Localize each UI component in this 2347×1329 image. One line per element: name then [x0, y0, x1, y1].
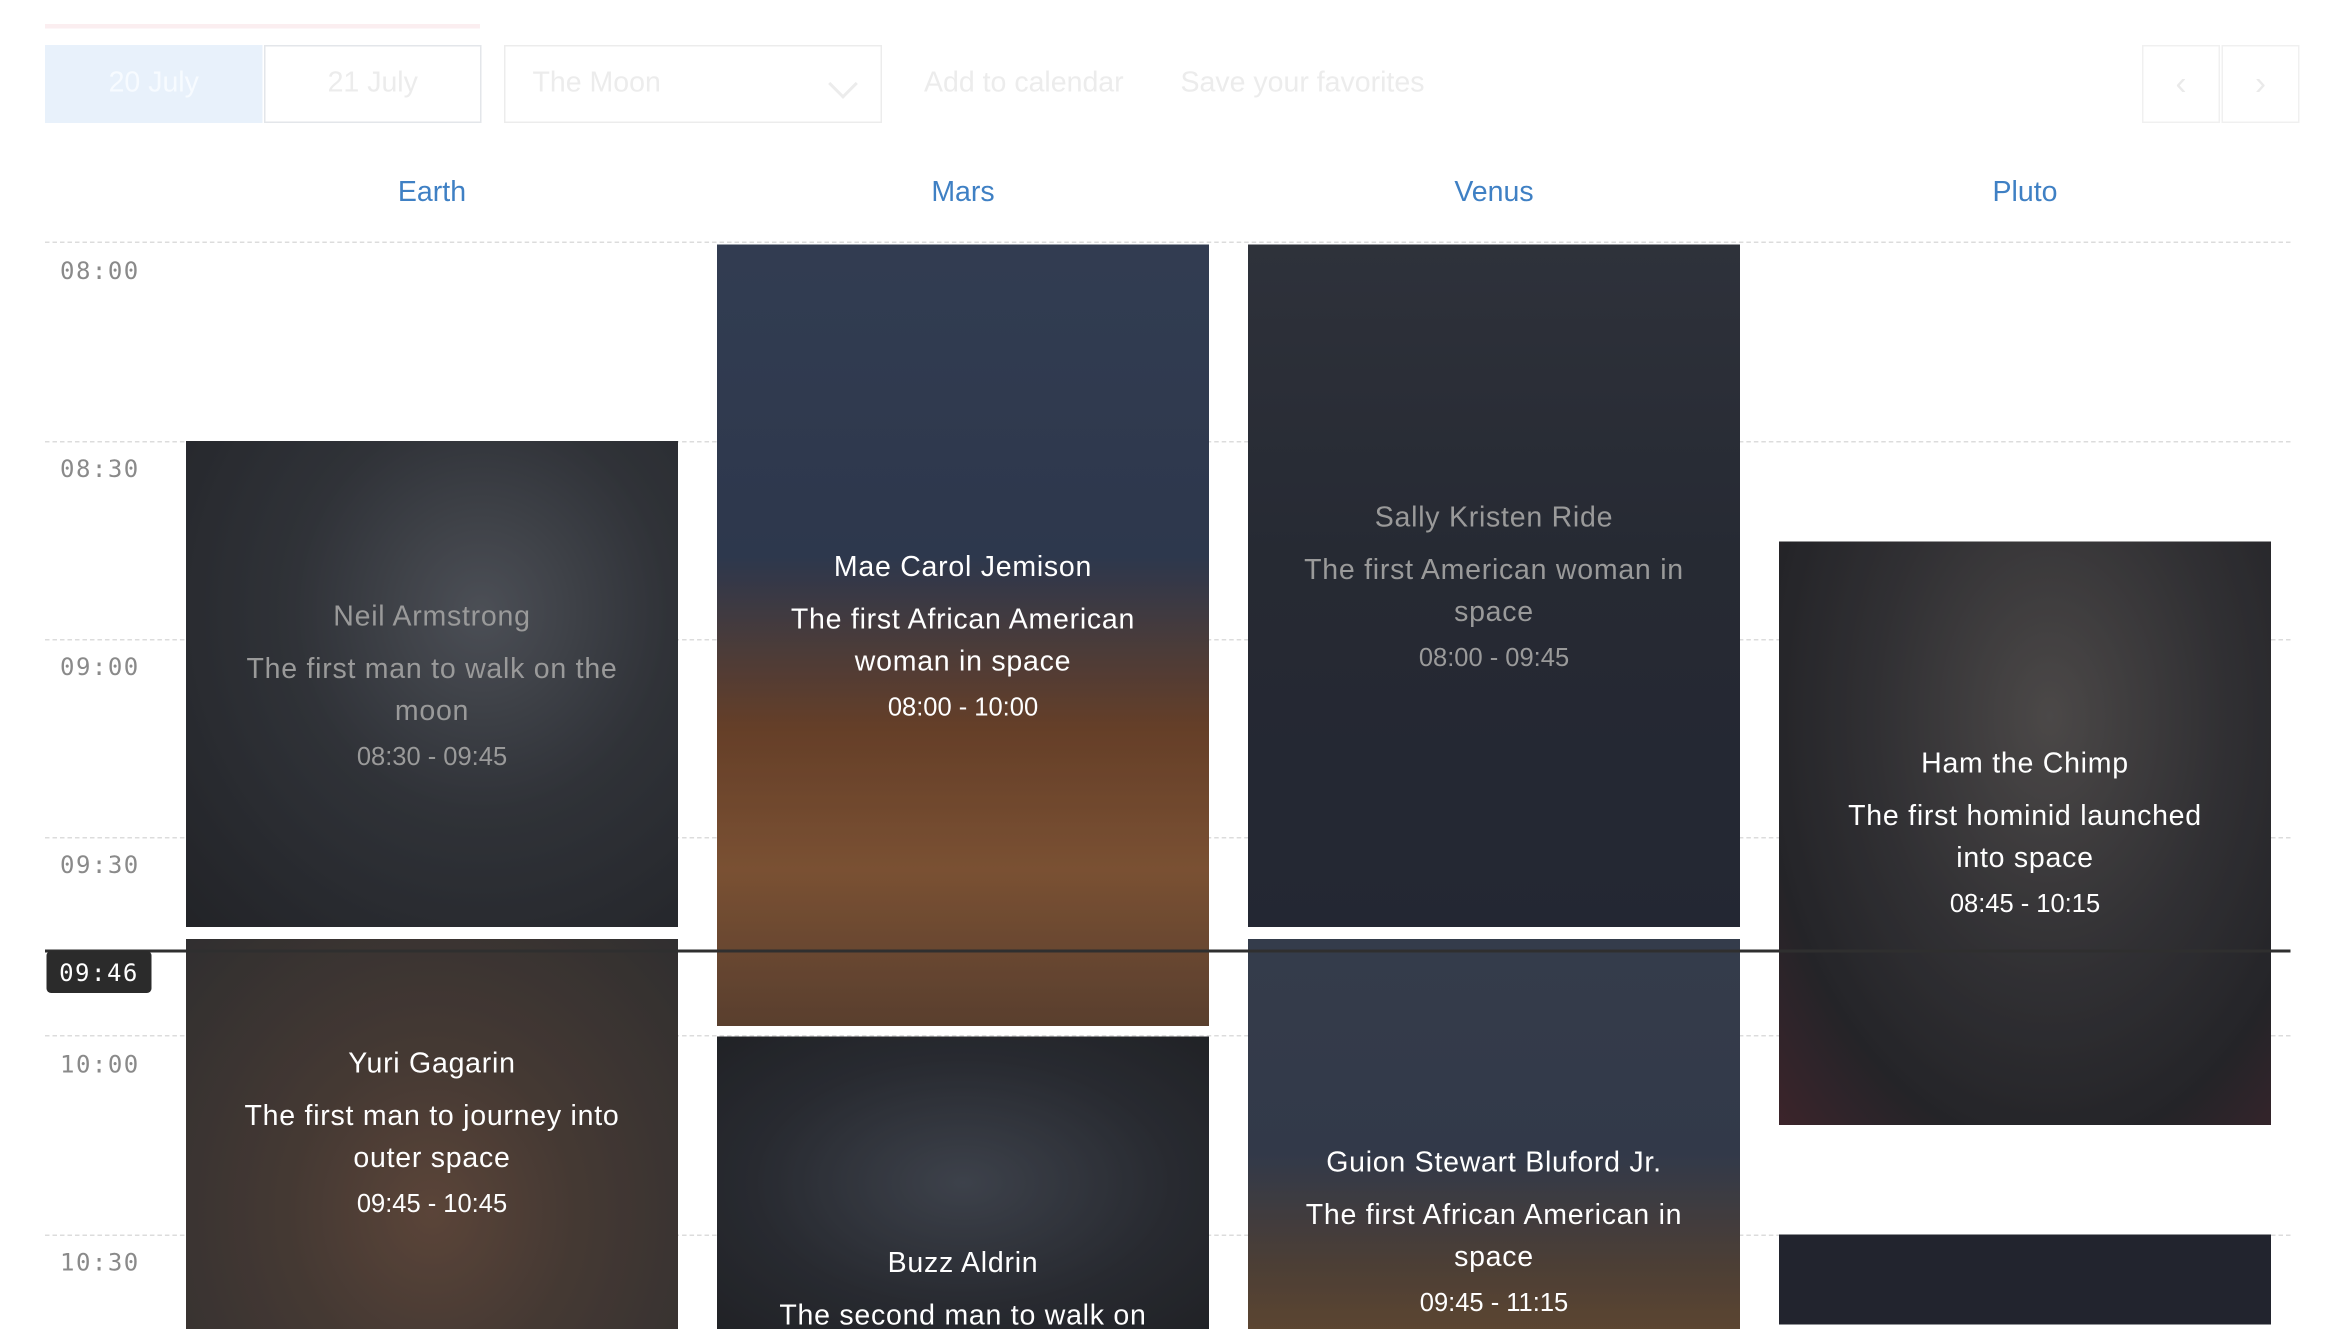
- event-title: Buzz Aldrin: [762, 1248, 1164, 1281]
- event-title: Mae Carol Jemison: [762, 552, 1164, 585]
- event-title: Sally Kristen Ride: [1293, 503, 1695, 536]
- event-content: Yuri Gagarin The first man to journey in…: [186, 1049, 678, 1220]
- column-header-earth[interactable]: Earth: [186, 177, 678, 210]
- chevron-down-icon: [828, 69, 858, 99]
- event-card-neil-armstrong[interactable]: Neil Armstrong The first man to walk on …: [186, 441, 678, 927]
- event-description: The first African American in space: [1293, 1196, 1695, 1280]
- event-description: The first African American woman in spac…: [762, 600, 1164, 684]
- event-card-mae-carol-jemison[interactable]: Mae Carol Jemison The first African Amer…: [717, 245, 1209, 1027]
- time-slot-label: 10:00: [60, 1050, 140, 1079]
- save-favorites-button[interactable]: Save your favorites: [1181, 45, 1425, 123]
- time-slot-label: 08:30: [60, 455, 140, 484]
- grid-line: [45, 242, 2291, 244]
- event-time: 08:45 - 10:15: [1824, 890, 2226, 920]
- event-title: Ham the Chimp: [1824, 749, 2226, 782]
- add-to-calendar-button[interactable]: Add to calendar: [924, 45, 1124, 123]
- event-time: 08:00 - 09:45: [1293, 644, 1695, 674]
- top-accent-line: [45, 24, 480, 29]
- toolbar: 20 July 21 July The Moon Add to calendar…: [45, 45, 2301, 126]
- event-card-buzz-aldrin[interactable]: Buzz Aldrin The second man to walk on th…: [717, 1037, 1209, 1329]
- event-time: 09:45 - 11:15: [1293, 1289, 1695, 1319]
- event-description: The first man to journey into outer spac…: [231, 1097, 633, 1181]
- chevron-right-icon: ›: [2255, 65, 2266, 104]
- event-card-sally-kristen-ride[interactable]: Sally Kristen Ride The first American wo…: [1248, 245, 1740, 928]
- event-content: Neil Armstrong The first man to walk on …: [186, 602, 678, 773]
- event-content: Mae Carol Jemison The first African Amer…: [717, 552, 1209, 723]
- time-slot-label: 08:00: [60, 257, 140, 286]
- event-card-guion-stewart-bluford[interactable]: Guion Stewart Bluford Jr. The first Afri…: [1248, 939, 1740, 1329]
- event-title: Yuri Gagarin: [231, 1049, 633, 1082]
- column-header-venus[interactable]: Venus: [1248, 177, 1740, 210]
- event-title: Guion Stewart Bluford Jr.: [1293, 1148, 1695, 1181]
- event-time: 09:45 - 10:45: [231, 1190, 633, 1220]
- event-content: Ham the Chimp The first hominid launched…: [1779, 749, 2271, 920]
- event-description: The first man to walk on the moon: [231, 650, 633, 734]
- location-select-value: The Moon: [533, 68, 661, 101]
- current-time-line: [45, 950, 2291, 953]
- event-description: The first hominid launched into space: [1824, 797, 2226, 881]
- event-card-pluto-2[interactable]: [1779, 1235, 2271, 1325]
- event-card-yuri-gagarin[interactable]: Yuri Gagarin The first man to journey in…: [186, 939, 678, 1329]
- column-header-pluto[interactable]: Pluto: [1779, 177, 2271, 210]
- chevron-left-icon: ‹: [2175, 65, 2186, 104]
- event-time: 08:30 - 09:45: [231, 743, 633, 773]
- next-button[interactable]: ›: [2222, 45, 2300, 123]
- event-time: 08:00 - 10:00: [762, 693, 1164, 723]
- event-card-ham-the-chimp[interactable]: Ham the Chimp The first hominid launched…: [1779, 542, 2271, 1126]
- event-description: The first American woman in space: [1293, 551, 1695, 635]
- tab-21-july[interactable]: 21 July: [264, 45, 482, 123]
- tab-20-july[interactable]: 20 July: [45, 45, 263, 123]
- time-slot-label: 10:30: [60, 1248, 140, 1277]
- prev-button[interactable]: ‹: [2142, 45, 2220, 123]
- column-header-mars[interactable]: Mars: [717, 177, 1209, 210]
- time-slot-label: 09:30: [60, 851, 140, 880]
- time-slot-label: 09:00: [60, 653, 140, 682]
- event-description: The second man to walk on the moon: [762, 1296, 1164, 1329]
- scheduler-app: 20 July 21 July The Moon Add to calendar…: [0, 0, 2347, 1317]
- event-content: Sally Kristen Ride The first American wo…: [1248, 503, 1740, 674]
- location-select[interactable]: The Moon: [504, 45, 882, 123]
- event-content: Guion Stewart Bluford Jr. The first Afri…: [1248, 1148, 1740, 1319]
- event-photo: [1779, 1235, 2271, 1325]
- event-title: Neil Armstrong: [231, 602, 633, 635]
- current-time-badge: 09:46: [47, 951, 152, 993]
